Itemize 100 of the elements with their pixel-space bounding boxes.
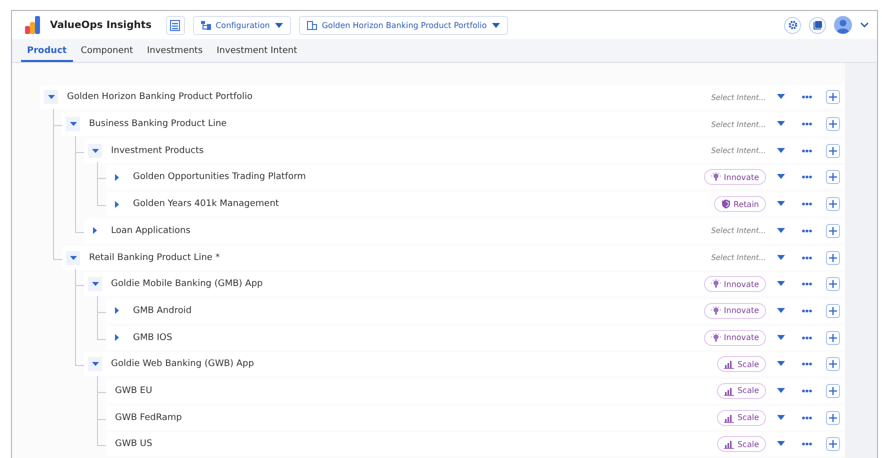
configuration-dropdown[interactable]: Configuration (192, 16, 291, 35)
more-icon[interactable] (802, 388, 812, 393)
dropdown-caret-icon[interactable] (776, 388, 786, 394)
dropdown-caret-icon[interactable] (776, 361, 786, 368)
collapse-caret-icon[interactable] (48, 95, 54, 100)
more-icon[interactable] (802, 442, 812, 446)
row-title: Business Banking Product Line (89, 119, 228, 130)
intent-tag[interactable]: Scale (717, 382, 766, 399)
intent-tag[interactable]: Scale (717, 436, 766, 452)
expand-caret-icon[interactable] (115, 334, 119, 342)
plus-icon (829, 306, 837, 315)
add-button[interactable] (826, 437, 840, 452)
plus-icon (829, 440, 837, 448)
more-icon[interactable] (802, 148, 812, 153)
dropdown-caret-icon[interactable] (776, 148, 786, 154)
add-button[interactable] (826, 357, 840, 372)
dropdown-caret-icon[interactable] (776, 94, 786, 100)
add-button[interactable] (826, 250, 840, 264)
row-title: Goldie Web Banking (GWB) App (111, 359, 255, 370)
expand-caret-icon[interactable] (115, 200, 119, 208)
row-title: Goldie Mobile Banking (GMB) App (111, 279, 264, 290)
caret-icon (492, 22, 500, 28)
dropdown-caret-icon[interactable] (776, 121, 786, 128)
add-button[interactable] (826, 224, 840, 238)
add-button[interactable] (826, 117, 840, 132)
intent-tag[interactable]: Scale (717, 410, 766, 426)
add-button[interactable] (826, 144, 840, 158)
help-button[interactable] (809, 16, 826, 34)
more-icon[interactable] (802, 122, 812, 126)
plus-icon (829, 93, 837, 102)
caret-icon (274, 22, 283, 28)
add-button[interactable] (826, 384, 840, 398)
intent-tag[interactable]: Innovate (704, 169, 766, 186)
plus-icon (829, 414, 837, 422)
dropdown-caret-icon[interactable] (776, 174, 786, 180)
row-title: GWB FedRamp (115, 412, 183, 423)
add-button[interactable] (826, 330, 840, 345)
bar-chart-icon (724, 439, 734, 450)
more-icon[interactable] (802, 95, 812, 100)
collapse-caret-icon[interactable] (70, 256, 76, 260)
expand-caret-icon[interactable] (115, 174, 119, 181)
add-button[interactable] (826, 410, 840, 425)
lightbulb-icon (710, 306, 721, 316)
more-icon[interactable] (802, 362, 812, 366)
report-button[interactable] (166, 16, 185, 35)
plus-icon (829, 146, 837, 155)
book-icon (812, 20, 822, 30)
row-title: Retail Banking Product Line * (89, 252, 221, 262)
tab[interactable]: Component (74, 46, 139, 62)
settings-button[interactable] (784, 16, 801, 34)
dropdown-caret-icon[interactable] (776, 441, 786, 448)
plus-icon (829, 334, 837, 342)
bar-chart-icon (724, 412, 734, 423)
intent-tag[interactable]: Innovate (704, 276, 766, 292)
collapse-caret-icon[interactable] (92, 282, 98, 286)
row-title: GWB US (115, 439, 154, 450)
tab[interactable]: Investments (140, 46, 209, 62)
lightbulb-icon (710, 279, 721, 290)
collapse-caret-icon[interactable] (70, 122, 76, 126)
intent-tag[interactable]: Scale (717, 356, 766, 372)
more-icon[interactable] (802, 228, 812, 233)
dropdown-caret-icon[interactable] (776, 414, 786, 421)
shield-icon (720, 199, 731, 210)
building-icon (306, 20, 317, 30)
dropdown-caret-icon[interactable] (776, 201, 786, 208)
more-icon[interactable] (802, 308, 812, 313)
row-title: Golden Opportunities Trading Platform (133, 172, 307, 182)
intent-tag[interactable]: Innovate (704, 330, 766, 346)
dropdown-caret-icon[interactable] (776, 308, 786, 314)
dropdown-caret-icon[interactable] (776, 254, 786, 260)
more-icon[interactable] (802, 175, 812, 180)
more-icon[interactable] (802, 202, 812, 206)
row-title: Loan Applications (111, 226, 192, 236)
logo-icon (24, 15, 42, 36)
plus-icon (829, 280, 837, 288)
add-button[interactable] (826, 90, 840, 104)
dropdown-caret-icon[interactable] (776, 334, 786, 341)
portfolio-dropdown[interactable]: Golden Horizon Banking Product Portfolio (298, 16, 508, 35)
chevron-down-icon[interactable] (860, 22, 869, 28)
row-title: GMB Android (133, 306, 193, 316)
plus-icon (829, 120, 837, 128)
dropdown-caret-icon[interactable] (776, 228, 786, 234)
intent-tag[interactable]: Retain (714, 196, 766, 212)
add-button[interactable] (826, 170, 840, 184)
more-icon[interactable] (802, 416, 812, 420)
more-icon[interactable] (802, 336, 812, 340)
add-button[interactable] (826, 277, 840, 292)
avatar-icon[interactable] (834, 16, 852, 34)
tab[interactable]: Investment Intent (210, 46, 304, 62)
add-button[interactable] (826, 304, 840, 318)
add-button[interactable] (826, 197, 840, 212)
intent-tag[interactable]: Innovate (704, 302, 766, 319)
dropdown-caret-icon[interactable] (776, 281, 786, 288)
more-icon[interactable] (802, 256, 812, 260)
collapse-caret-icon[interactable] (92, 362, 98, 366)
collapse-caret-icon[interactable] (92, 148, 98, 153)
row-title: GMB IOS (133, 332, 174, 343)
expand-caret-icon[interactable] (93, 227, 97, 234)
expand-caret-icon[interactable] (115, 307, 119, 314)
more-icon[interactable] (802, 282, 812, 286)
